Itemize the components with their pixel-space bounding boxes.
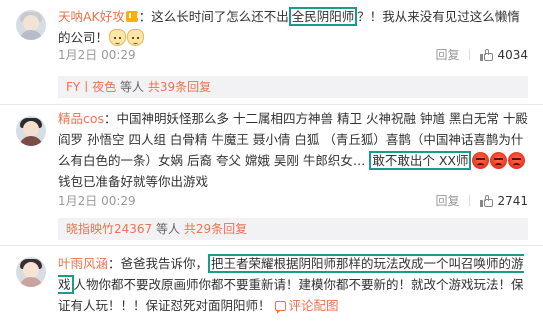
replies-summary[interactable]: 晓指映竹24367 等人 共29条回复 xyxy=(58,218,528,240)
thumbs-up-icon[interactable] xyxy=(480,48,494,61)
comment-image-icon xyxy=(274,301,286,314)
reply-button[interactable]: 回复 xyxy=(435,192,459,209)
reply-button[interactable]: 回复 xyxy=(435,46,459,63)
divider xyxy=(0,245,543,246)
avatar[interactable] xyxy=(16,10,46,40)
angry-emoji-icon xyxy=(472,152,490,169)
comment-body-before: ：这么长时间了怎么还不出 xyxy=(138,9,289,24)
timestamp: 1月2日 00:29 xyxy=(58,48,136,62)
like-count: 2741 xyxy=(497,193,528,208)
comment-text: 精品cos：中国神明妖怪那么多 十二属相四方神兽 精卫 火神祝融 钟馗 黑白无常… xyxy=(58,108,528,192)
highlighted-phrase: 全民阴阳师 xyxy=(288,7,358,26)
reply-user[interactable]: FY丨夜色 xyxy=(66,80,116,94)
avatar[interactable] xyxy=(16,116,46,146)
angry-emoji-icon xyxy=(508,152,526,169)
vip-badge-icon xyxy=(125,11,139,22)
divider xyxy=(469,49,471,60)
angry-emoji-icon xyxy=(490,152,508,169)
highlighted-phrase: 敢不敢出个 XX师 xyxy=(369,151,472,170)
replies-count-link[interactable]: 共39条回复 xyxy=(148,80,211,94)
avatar[interactable] xyxy=(16,257,46,287)
comment-text: 天呐AK好攻 ：这么长时间了怎么还不出 全民阴阳师 ？！我从来没有见过这么懒惰的公司！ xyxy=(58,6,528,48)
thumbs-up-icon[interactable] xyxy=(480,194,494,207)
cat-emoji-icon xyxy=(127,29,145,46)
comment-image-link[interactable]: 评论配图 xyxy=(274,298,339,314)
like-count: 4034 xyxy=(497,47,528,62)
cat-emoji-icon xyxy=(109,29,127,46)
replies-count-link[interactable]: 共29条回复 xyxy=(184,222,247,236)
comment-meta: 1月2日 00:29 回复 4034 xyxy=(58,46,528,64)
username[interactable]: 叶雨风涵 xyxy=(58,256,108,271)
divider xyxy=(469,195,471,206)
comment-body-before: ：爸爸我告诉你， xyxy=(108,256,209,271)
comment-image-label: 评论配图 xyxy=(288,298,339,313)
comment-meta: 1月2日 00:29 回复 2741 xyxy=(58,192,528,210)
comment-body-after: 钱包已准备好就等你出游戏 xyxy=(58,174,209,189)
replies-summary[interactable]: FY丨夜色 等人 共39条回复 xyxy=(58,76,528,98)
username[interactable]: 精品cos xyxy=(58,111,104,126)
replies-label: 等人 xyxy=(152,222,184,236)
timestamp: 1月2日 00:29 xyxy=(58,194,136,208)
username[interactable]: 天呐AK好攻 xyxy=(58,9,125,24)
replies-label: 等人 xyxy=(116,80,148,94)
divider xyxy=(0,104,543,105)
reply-user[interactable]: 晓指映竹24367 xyxy=(66,222,152,236)
comment-text: 叶雨风涵：爸爸我告诉你， 把王者荣耀根据阴阳师那样的玩法改成一个叫召唤师的游戏 人物… xyxy=(58,253,528,316)
